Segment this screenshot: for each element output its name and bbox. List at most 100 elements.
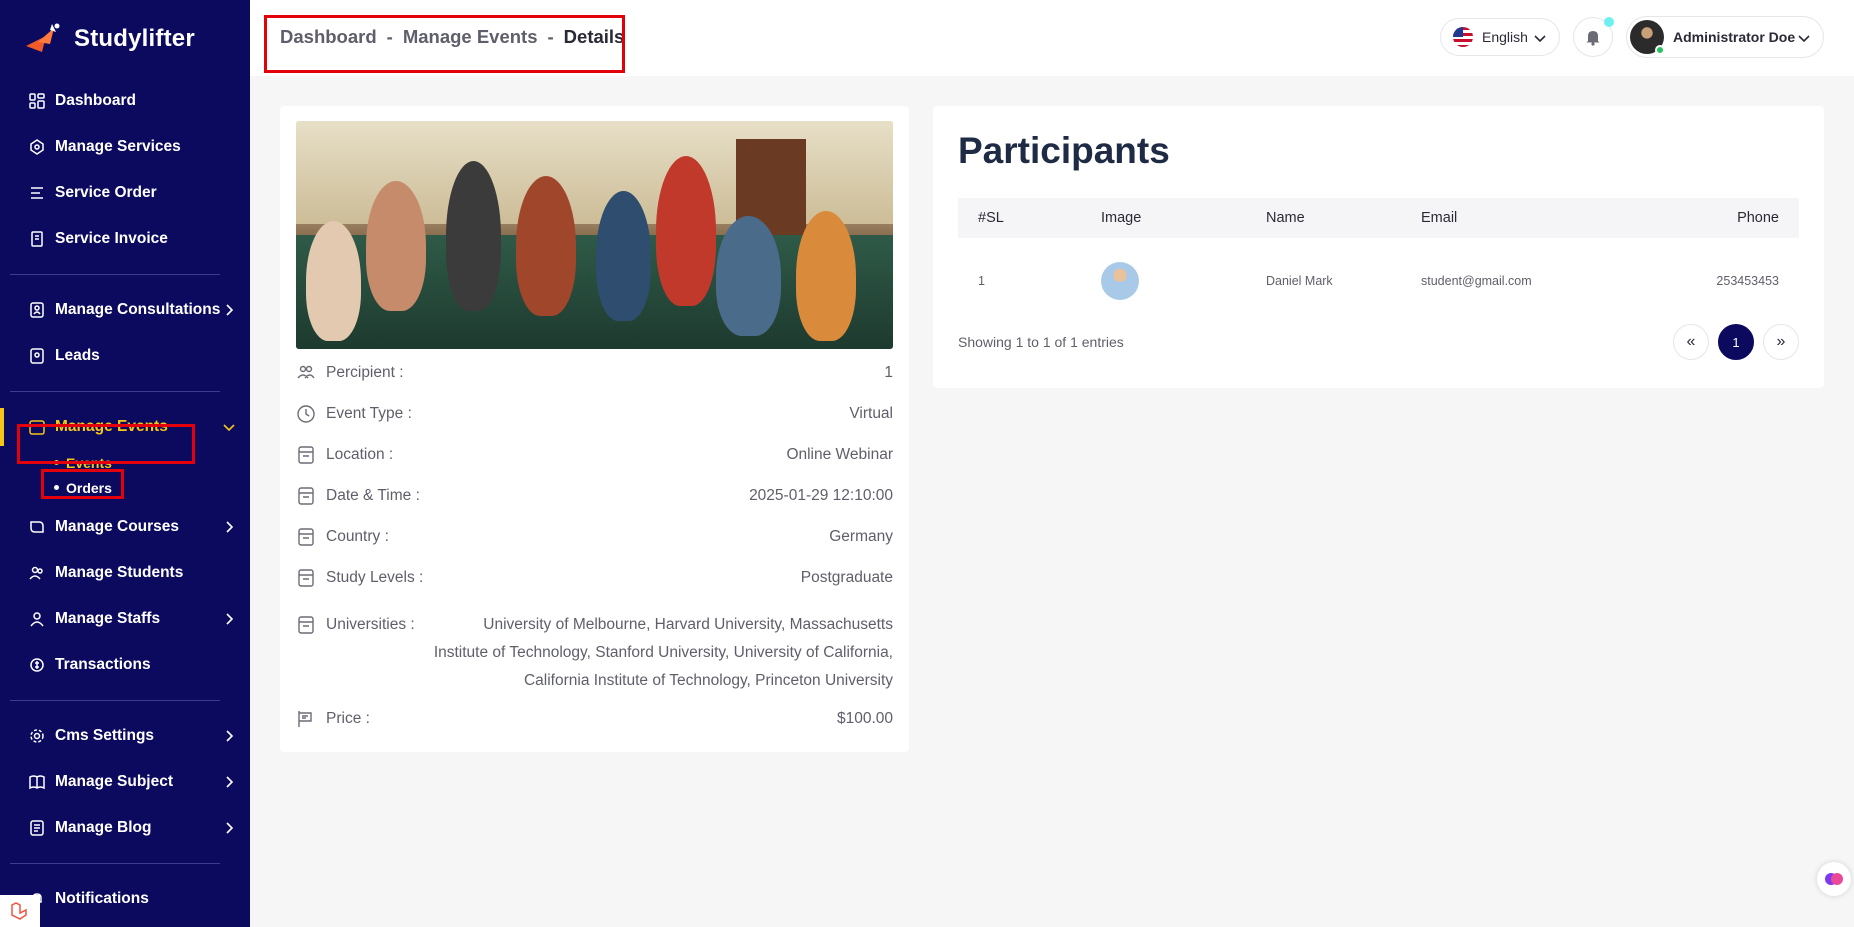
sidebar-item-label: Manage Events — [55, 418, 168, 435]
detail-label: Percipient : — [326, 364, 404, 381]
table-row: 1 Daniel Mark student@gmail.com 25345345… — [958, 238, 1799, 324]
breadcrumb-manage-events[interactable]: Manage Events — [403, 26, 538, 48]
cell-sl: 1 — [978, 274, 985, 288]
sidebar-item-manage-services[interactable]: Manage Services — [0, 124, 250, 170]
transactions-icon — [28, 656, 46, 674]
event-details-card: Percipient : 1 Event Type : Virtual Loca… — [280, 106, 909, 752]
sidebar-item-manage-staffs[interactable]: Manage Staffs — [0, 596, 250, 642]
sidebar-item-service-invoice[interactable]: Service Invoice — [0, 216, 250, 262]
table-header-row: #SL Image Name Email Phone — [958, 198, 1799, 238]
notification-dot — [1604, 17, 1614, 27]
column-header-name[interactable]: Name — [1246, 198, 1401, 238]
chevron-down-icon — [223, 424, 235, 432]
chevron-right-icon — [226, 730, 234, 742]
pagination-next-button[interactable]: » — [1763, 324, 1799, 360]
detail-label: Country : — [326, 528, 389, 545]
column-header-image[interactable]: Image — [1081, 198, 1246, 238]
breadcrumb: Dashboard - Manage Events - Details — [280, 26, 624, 48]
archive-icon — [298, 446, 314, 464]
chevron-down-icon — [1534, 35, 1546, 43]
sidebar-menu: Dashboard Manage Services Service Order … — [0, 78, 250, 262]
sidebar-item-manage-subject[interactable]: Manage Subject — [0, 759, 250, 805]
sidebar-item-dashboard[interactable]: Dashboard — [0, 78, 250, 124]
detail-label: Event Type : — [326, 405, 412, 422]
invoice-icon — [28, 230, 46, 248]
group-icon — [297, 365, 315, 379]
detail-label: Universities : — [326, 616, 415, 633]
menu-divider — [10, 863, 220, 864]
sidebar-item-service-order[interactable]: Service Order — [0, 170, 250, 216]
detail-percipient: Percipient : 1 — [296, 359, 893, 387]
sidebar-menu: Cms Settings Manage Subject Manage Blog — [0, 713, 250, 851]
detail-event-type: Event Type : Virtual — [296, 400, 893, 428]
sidebar-item-manage-students[interactable]: Manage Students — [0, 550, 250, 596]
us-flag-icon — [1453, 27, 1473, 47]
submenu-item-events[interactable]: Events — [54, 450, 250, 475]
floating-assistant-button[interactable] — [1817, 862, 1851, 896]
book-icon — [28, 773, 46, 791]
language-selector[interactable]: English — [1440, 18, 1560, 56]
breadcrumb-dashboard[interactable]: Dashboard — [280, 26, 377, 48]
language-label: English — [1482, 29, 1528, 45]
event-image — [296, 121, 893, 349]
table-info: Showing 1 to 1 of 1 entries — [958, 334, 1124, 350]
notification-button[interactable] — [1573, 17, 1614, 57]
user-name: Administrator Doe — [1673, 29, 1796, 45]
sidebar-item-label: Manage Consultations — [55, 301, 221, 318]
submenu-item-label: Orders — [66, 479, 112, 496]
price-icon — [298, 711, 312, 727]
detail-value: $100.00 — [836, 710, 893, 727]
detail-value: University of Melbourne, Harvard Univers… — [433, 616, 893, 689]
sidebar-item-label: Manage Services — [55, 138, 181, 155]
bell-icon — [1586, 31, 1600, 46]
chevron-right-icon — [226, 521, 234, 533]
detail-date-time: Date & Time : 2025-01-29 12:10:00 — [296, 482, 893, 510]
submenu-item-label: Events — [66, 454, 112, 471]
pagination-page-button[interactable]: 1 — [1718, 324, 1754, 360]
sidebar-item-label: Notifications — [55, 890, 149, 907]
detail-value: 1 — [884, 364, 893, 381]
laravel-logo-icon — [11, 902, 27, 920]
sidebar-item-manage-blog[interactable]: Manage Blog — [0, 805, 250, 851]
sidebar-item-manage-courses[interactable]: Manage Courses — [0, 504, 250, 550]
sidebar-item-label: Dashboard — [55, 92, 136, 109]
submenu-item-orders[interactable]: Orders — [54, 475, 250, 500]
sidebar-item-label: Manage Students — [55, 564, 184, 581]
leads-icon — [28, 347, 46, 365]
settings-icon — [28, 727, 46, 745]
column-header-phone[interactable]: Phone — [1623, 198, 1799, 238]
sidebar-item-manage-events[interactable]: Manage Events — [0, 404, 250, 450]
services-icon — [28, 138, 46, 156]
brand[interactable]: Studylifter — [0, 0, 250, 78]
sidebar-menu: Manage Courses Manage Students Manage St… — [0, 504, 250, 688]
blog-icon — [28, 819, 46, 837]
archive-icon — [298, 616, 314, 634]
archive-icon — [298, 569, 314, 587]
sidebar-item-cms-settings[interactable]: Cms Settings — [0, 713, 250, 759]
staff-icon — [28, 610, 46, 628]
events-submenu: Events Orders — [0, 450, 250, 500]
sidebar-item-label: Manage Staffs — [55, 610, 161, 627]
detail-study-levels: Study Levels : Postgraduate — [296, 564, 893, 592]
detail-price: Price : $100.00 — [296, 705, 893, 733]
calendar-icon — [28, 418, 46, 436]
debug-bar-toggle[interactable] — [0, 895, 40, 927]
top-bar: Dashboard - Manage Events - Details Engl… — [250, 0, 1854, 76]
sidebar: Studylifter Dashboard Manage Services Se… — [0, 0, 250, 927]
detail-universities: Universities : University of Melbourne, … — [296, 611, 893, 695]
column-header-email[interactable]: Email — [1401, 198, 1624, 238]
user-menu[interactable]: Administrator Doe — [1626, 16, 1824, 58]
pagination-prev-button[interactable]: « — [1673, 324, 1709, 360]
pagination: « 1 » — [1673, 324, 1799, 360]
sidebar-item-transactions[interactable]: Transactions — [0, 642, 250, 688]
sidebar-item-leads[interactable]: Leads — [0, 333, 250, 379]
menu-divider — [10, 391, 220, 392]
sidebar-item-label: Manage Courses — [55, 518, 180, 535]
participants-table: #SL Image Name Email Phone 1 Daniel Mark… — [958, 198, 1799, 324]
menu-divider — [10, 274, 220, 275]
cell-name: Daniel Mark — [1266, 274, 1333, 288]
column-header-sl[interactable]: #SL — [958, 198, 1081, 238]
bullet-icon — [54, 460, 59, 465]
sidebar-item-label: Transactions — [55, 656, 151, 673]
sidebar-item-manage-consultations[interactable]: Manage Consultations — [0, 287, 250, 333]
